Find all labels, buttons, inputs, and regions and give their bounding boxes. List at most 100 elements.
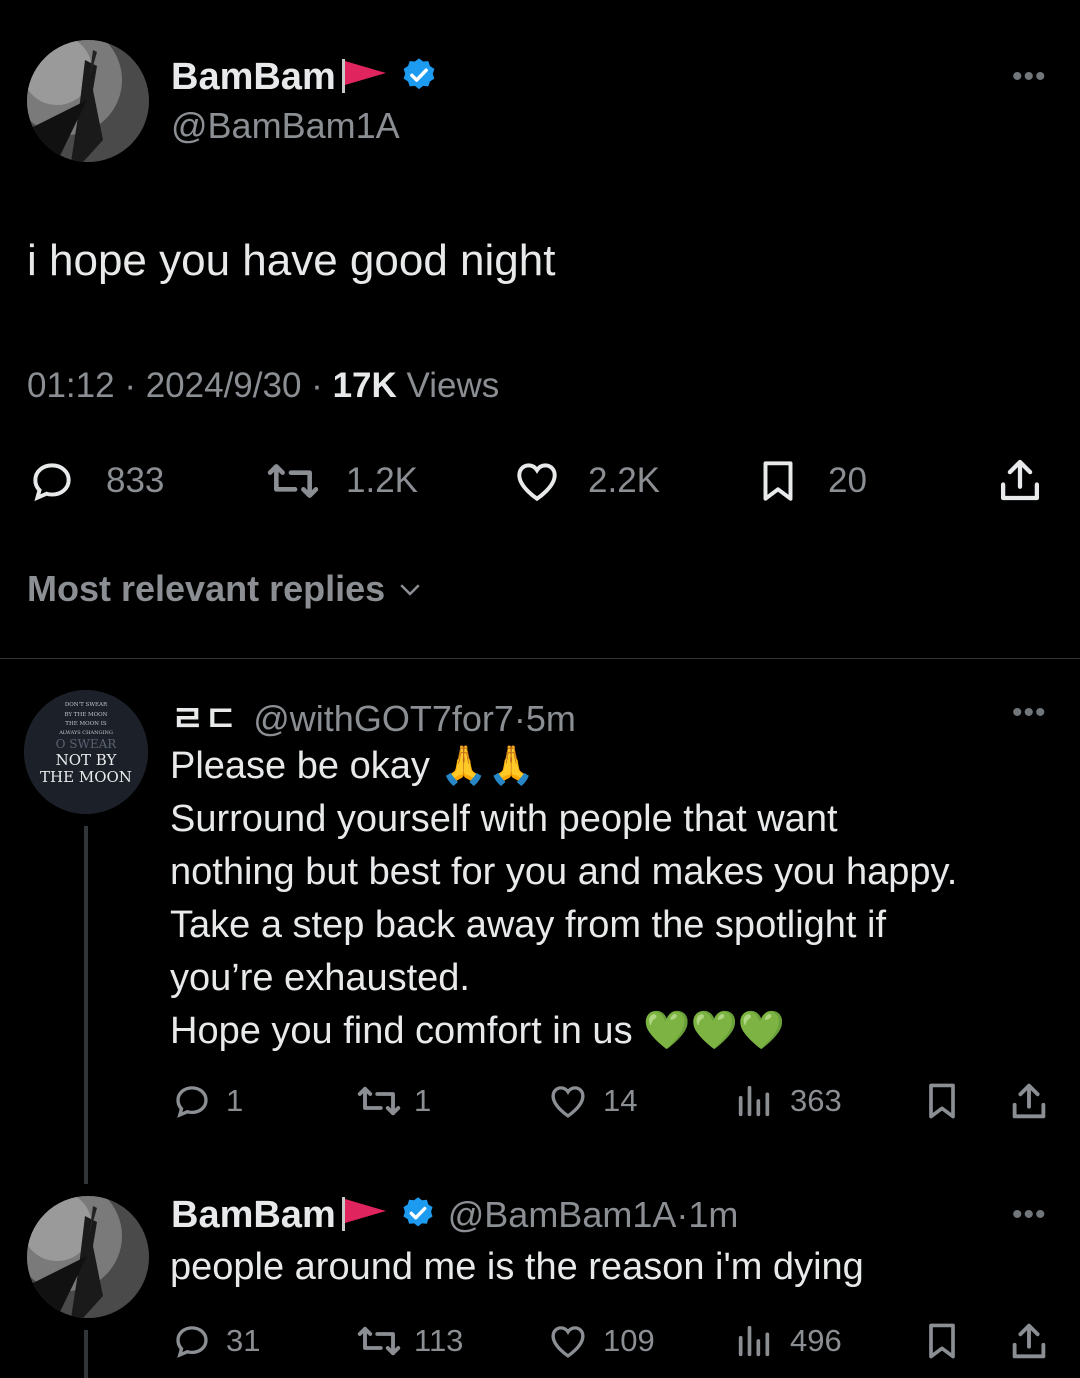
reply-text-line: Surround yourself with people that want — [170, 798, 838, 840]
reply-handle[interactable]: @BamBam1A — [448, 1194, 677, 1236]
reply-display-name[interactable]: BamBam — [171, 1194, 336, 1237]
reply-count: 31 — [226, 1323, 261, 1358]
retweet-button[interactable]: 1 — [354, 1080, 431, 1122]
retweet-button[interactable]: 113 — [354, 1320, 463, 1362]
retweet-count: 113 — [414, 1323, 464, 1358]
tweet-meta: 01:12 · 2024/9/30 · 17K Views — [27, 366, 499, 406]
reply-button[interactable]: 31 — [170, 1320, 260, 1362]
thread-line — [84, 826, 88, 1184]
views-count: 363 — [790, 1083, 842, 1118]
like-button[interactable]: 2.2K — [509, 455, 660, 507]
retweet-count: 1 — [414, 1083, 432, 1118]
reply-count: 1 — [226, 1083, 244, 1118]
chevron-down-icon — [400, 584, 420, 596]
author-avatar[interactable] — [27, 40, 149, 162]
reply-header: ㄹㄷ @withGOT7for7·5m — [171, 690, 576, 742]
reply-count: 833 — [106, 461, 165, 500]
reply-avatar[interactable]: DON'T SWEAR BY THE MOON THE MOON IS ALWA… — [24, 690, 148, 814]
bookmark-icon — [929, 1083, 955, 1119]
like-count: 14 — [603, 1083, 638, 1118]
thread-line — [84, 1330, 88, 1378]
reply-button[interactable]: 833 — [25, 455, 164, 507]
views-label: Views — [406, 366, 500, 405]
reply-time[interactable]: 1m — [688, 1194, 738, 1236]
reply-time[interactable]: 5m — [526, 698, 576, 739]
reply-text-line: nothing but best for you and makes you h… — [170, 851, 958, 893]
views-icon — [738, 1085, 770, 1117]
reply-avatar[interactable] — [27, 1196, 149, 1318]
verified-badge-icon — [400, 1195, 436, 1236]
author-name-row: BamBam — [171, 55, 438, 99]
tweet-text: i hope you have good night — [27, 236, 556, 285]
share-button[interactable] — [1006, 1078, 1052, 1124]
avatar-image: DON'T SWEAR BY THE MOON THE MOON IS ALWA… — [24, 690, 148, 814]
red-flag-icon — [340, 1193, 390, 1238]
share-button[interactable] — [993, 453, 1047, 507]
retweet-count: 1.2K — [346, 461, 418, 500]
reply-icon — [176, 1326, 208, 1358]
retweet-button[interactable]: 1.2K — [262, 455, 418, 507]
share-icon — [1012, 1083, 1046, 1119]
views-icon — [738, 1325, 770, 1357]
retweet-icon — [267, 464, 319, 498]
views-count: 496 — [790, 1323, 842, 1358]
share-button[interactable] — [1006, 1318, 1052, 1364]
like-icon — [551, 1326, 585, 1358]
svg-text:NOT BY: NOT BY — [56, 751, 118, 769]
retweet-icon — [357, 1326, 401, 1356]
tweet-date[interactable]: 2024/9/30 — [146, 366, 302, 405]
reply-handle[interactable]: @withGOT7for7 — [253, 698, 514, 739]
svg-text:THE MOON: THE MOON — [40, 768, 132, 786]
retweet-icon — [357, 1086, 401, 1116]
views-count: 17K — [332, 366, 397, 405]
reply-header: BamBam @BamBam1A · 1m — [171, 1192, 738, 1238]
svg-text:O SWEAR: O SWEAR — [56, 737, 118, 751]
more-icon[interactable]: ••• — [1012, 1200, 1047, 1230]
more-icon[interactable]: ••• — [1012, 62, 1047, 92]
views-button[interactable]: 363 — [734, 1080, 842, 1122]
like-button[interactable]: 109 — [545, 1320, 655, 1362]
share-icon — [1000, 459, 1040, 501]
reply-text: people around me is the reason i'm dying — [170, 1246, 864, 1288]
replies-sort-label: Most relevant replies — [27, 568, 386, 609]
verified-badge-icon — [400, 56, 438, 99]
meta-separator: · — [676, 1194, 689, 1235]
meta-separator: · — [124, 366, 136, 405]
reply-display-name[interactable]: ㄹㄷ — [171, 698, 237, 739]
svg-text:THE MOON IS: THE MOON IS — [65, 721, 107, 727]
views-button[interactable]: 496 — [734, 1320, 842, 1362]
like-count: 2.2K — [588, 461, 660, 500]
like-icon — [551, 1086, 585, 1118]
reply-button[interactable]: 1 — [170, 1080, 243, 1122]
replies-sort-dropdown[interactable]: Most relevant replies — [27, 568, 427, 610]
like-count: 109 — [603, 1323, 655, 1358]
bookmark-button[interactable] — [920, 1318, 964, 1364]
reply-text-line: you’re exhausted. — [170, 957, 470, 999]
reply-text-line: Hope you find comfort in us 💚💚💚 — [170, 1010, 786, 1052]
svg-text:DON'T SWEAR: DON'T SWEAR — [65, 702, 108, 708]
bookmark-icon — [763, 461, 793, 501]
svg-text:BY THE MOON: BY THE MOON — [64, 712, 107, 718]
like-button[interactable]: 14 — [545, 1080, 637, 1122]
reply-text-line: Take a step back away from the spotlight… — [170, 904, 887, 946]
bookmark-icon — [929, 1323, 955, 1359]
section-divider — [0, 658, 1080, 659]
meta-separator: · — [311, 366, 323, 405]
like-icon — [517, 463, 557, 502]
reply-text: Please be okay 🙏🙏 Surround yourself with… — [170, 740, 957, 1058]
author-handle[interactable]: @BamBam1A — [171, 105, 400, 147]
bookmark-button[interactable]: 20 — [753, 455, 867, 507]
bookmark-count: 20 — [828, 461, 867, 500]
reply-icon — [33, 463, 71, 502]
reply-icon — [176, 1086, 208, 1118]
author-display-name[interactable]: BamBam — [171, 56, 336, 99]
tweet-time[interactable]: 01:12 — [27, 366, 115, 405]
avatar-image — [27, 40, 149, 162]
bookmark-button[interactable] — [920, 1078, 964, 1124]
more-icon[interactable]: ••• — [1012, 698, 1047, 728]
svg-text:ALWAYS CHANGING: ALWAYS CHANGING — [58, 730, 113, 736]
meta-separator: · — [513, 698, 526, 739]
avatar-image — [27, 1196, 149, 1318]
share-icon — [1012, 1323, 1046, 1359]
red-flag-icon — [340, 55, 390, 100]
